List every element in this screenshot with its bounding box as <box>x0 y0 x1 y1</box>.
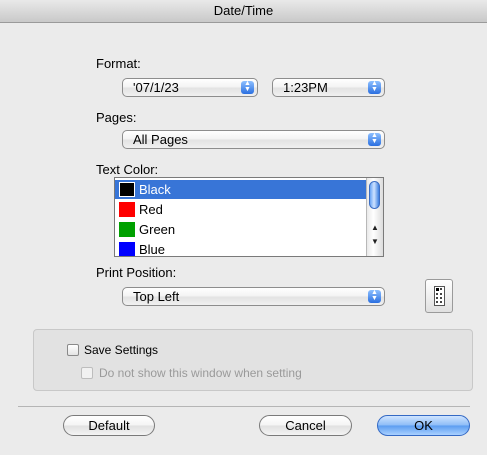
dont-show-label: Do not show this window when setting <box>99 366 302 380</box>
time-format-popup[interactable]: 1:23PM ▲ ▼ <box>272 78 385 97</box>
print-position-button[interactable] <box>425 279 453 313</box>
popup-arrows-icon: ▲ ▼ <box>368 132 381 146</box>
color-swatch <box>119 202 135 217</box>
window-title: Date/Time <box>0 0 487 23</box>
text-color-list[interactable]: Black Red Green Blue ▲ ▼ <box>114 177 384 257</box>
print-position-popup[interactable]: Top Left ▲ ▼ <box>122 287 385 306</box>
text-color-label: Text Color: <box>96 162 159 177</box>
color-swatch <box>119 242 135 256</box>
print-position-label: Print Position: <box>96 265 177 280</box>
scroll-up-arrow-icon[interactable]: ▲ <box>367 222 383 233</box>
popup-arrows-icon: ▲ ▼ <box>368 80 381 94</box>
date-format-popup[interactable]: '07/1/23 ▲ ▼ <box>122 78 258 97</box>
list-item-label: Blue <box>139 242 166 257</box>
list-item[interactable]: Black <box>115 180 367 199</box>
time-format-value: 1:23PM <box>283 80 328 95</box>
pages-popup[interactable]: All Pages ▲ ▼ <box>122 130 385 149</box>
save-settings-checkbox[interactable] <box>67 344 79 356</box>
dont-show-checkbox[interactable] <box>81 367 93 379</box>
print-position-value: Top Left <box>133 289 180 304</box>
divider <box>18 406 470 407</box>
ok-button[interactable]: OK <box>377 415 470 436</box>
cancel-button[interactable]: Cancel <box>259 415 352 436</box>
pages-value: All Pages <box>133 132 188 147</box>
list-item[interactable]: Green <box>115 220 367 239</box>
popup-arrows-icon: ▲ ▼ <box>368 289 381 303</box>
pages-label: Pages: <box>96 110 137 125</box>
format-label: Format: <box>96 56 141 71</box>
settings-group: Save Settings Do not show this window wh… <box>33 329 473 391</box>
page-position-icon <box>434 286 445 306</box>
date-format-value: '07/1/23 <box>133 80 179 95</box>
default-button[interactable]: Default <box>63 415 155 436</box>
popup-arrows-icon: ▲ ▼ <box>241 80 254 94</box>
list-item-label: Black <box>139 182 171 197</box>
save-settings-label[interactable]: Save Settings <box>84 343 158 357</box>
list-scrollbar[interactable]: ▲ ▼ <box>366 178 383 256</box>
color-swatch <box>119 182 135 197</box>
list-item-label: Red <box>139 202 163 217</box>
date-time-dialog: Date/Time Format: '07/1/23 ▲ ▼ 1:23PM ▲ ▼ … <box>0 0 487 455</box>
color-swatch <box>119 222 135 237</box>
list-item[interactable]: Red <box>115 200 367 219</box>
list-item[interactable]: Blue <box>115 240 367 257</box>
scroll-down-arrow-icon[interactable]: ▼ <box>367 236 383 247</box>
scrollbar-thumb[interactable] <box>369 181 380 209</box>
list-item-label: Green <box>139 222 176 237</box>
